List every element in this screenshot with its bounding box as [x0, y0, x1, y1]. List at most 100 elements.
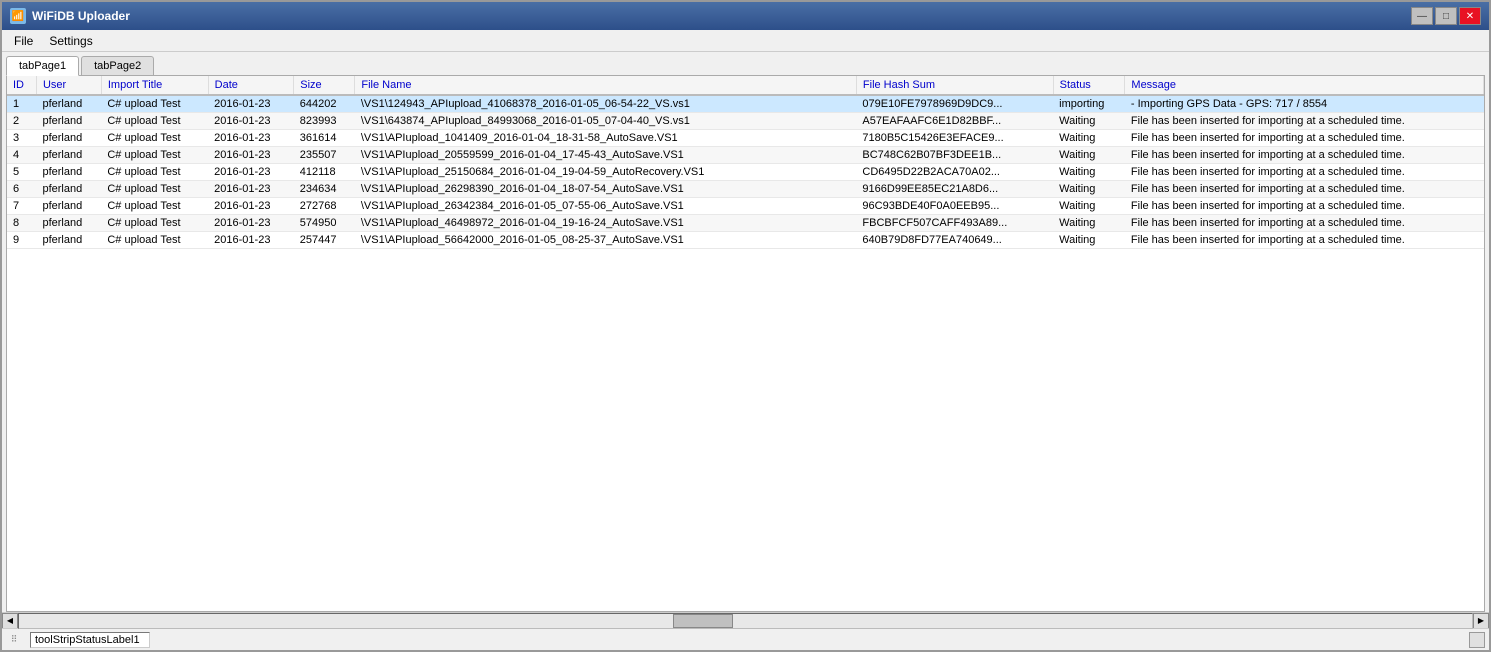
scroll-thumb[interactable]: [673, 614, 733, 628]
scroll-track[interactable]: [18, 613, 1473, 629]
table-row[interactable]: 8pferlandC# upload Test2016-01-23574950\…: [7, 215, 1484, 232]
cell-user: pferland: [36, 198, 101, 215]
tab-page2[interactable]: tabPage2: [81, 56, 154, 75]
cell-import_title: C# upload Test: [101, 164, 208, 181]
cell-message: File has been inserted for importing at …: [1125, 113, 1484, 130]
minimize-button[interactable]: —: [1411, 7, 1433, 25]
cell-user: pferland: [36, 113, 101, 130]
cell-user: pferland: [36, 215, 101, 232]
cell-size: 257447: [294, 232, 355, 249]
status-bar: ⠿ toolStripStatusLabel1: [2, 628, 1489, 650]
cell-date: 2016-01-23: [208, 232, 294, 249]
cell-status: Waiting: [1053, 181, 1125, 198]
col-hash: File Hash Sum: [856, 76, 1053, 95]
col-status: Status: [1053, 76, 1125, 95]
cell-hash: 7180B5C15426E3EFACE9...: [856, 130, 1053, 147]
cell-file_name: \VS1\APIupload_20559599_2016-01-04_17-45…: [355, 147, 857, 164]
col-size: Size: [294, 76, 355, 95]
cell-id: 4: [7, 147, 36, 164]
cell-size: 823993: [294, 113, 355, 130]
cell-hash: FBCBFCF507CAFF493A89...: [856, 215, 1053, 232]
table-row[interactable]: 1pferlandC# upload Test2016-01-23644202\…: [7, 95, 1484, 113]
cell-status: importing: [1053, 95, 1125, 113]
table-row[interactable]: 6pferlandC# upload Test2016-01-23234634\…: [7, 181, 1484, 198]
scroll-left-btn[interactable]: ◀: [2, 613, 18, 629]
cell-file_name: \VS1\APIupload_26298390_2016-01-04_18-07…: [355, 181, 857, 198]
maximize-button[interactable]: □: [1435, 7, 1457, 25]
cell-import_title: C# upload Test: [101, 198, 208, 215]
status-label: toolStripStatusLabel1: [30, 632, 150, 648]
cell-id: 6: [7, 181, 36, 198]
main-window: 📶 WiFiDB Uploader — □ ✕ File Settings ta…: [0, 0, 1491, 652]
table-row[interactable]: 3pferlandC# upload Test2016-01-23361614\…: [7, 130, 1484, 147]
table-row[interactable]: 7pferlandC# upload Test2016-01-23272768\…: [7, 198, 1484, 215]
cell-status: Waiting: [1053, 113, 1125, 130]
scroll-right-btn[interactable]: ▶: [1473, 613, 1489, 629]
cell-id: 1: [7, 95, 36, 113]
cell-id: 5: [7, 164, 36, 181]
cell-message: File has been inserted for importing at …: [1125, 147, 1484, 164]
cell-status: Waiting: [1053, 215, 1125, 232]
cell-size: 272768: [294, 198, 355, 215]
tab-page1[interactable]: tabPage1: [6, 56, 79, 76]
cell-user: pferland: [36, 147, 101, 164]
table-container[interactable]: ID User Import Title Date Size File Name…: [7, 76, 1484, 611]
cell-file_name: \VS1\APIupload_25150684_2016-01-04_19-04…: [355, 164, 857, 181]
horizontal-scrollbar[interactable]: ◀ ▶: [2, 612, 1489, 628]
cell-status: Waiting: [1053, 198, 1125, 215]
col-filename: File Name: [355, 76, 857, 95]
cell-user: pferland: [36, 232, 101, 249]
app-icon: 📶: [10, 8, 26, 24]
cell-hash: BC748C62B07BF3DEE1B...: [856, 147, 1053, 164]
cell-import_title: C# upload Test: [101, 95, 208, 113]
cell-user: pferland: [36, 130, 101, 147]
cell-message: File has been inserted for importing at …: [1125, 198, 1484, 215]
cell-message: File has been inserted for importing at …: [1125, 164, 1484, 181]
table-row[interactable]: 5pferlandC# upload Test2016-01-23412118\…: [7, 164, 1484, 181]
cell-file_name: \VS1\APIupload_46498972_2016-01-04_19-16…: [355, 215, 857, 232]
cell-message: File has been inserted for importing at …: [1125, 232, 1484, 249]
status-grip-icon: ⠿: [6, 632, 22, 648]
cell-id: 3: [7, 130, 36, 147]
cell-status: Waiting: [1053, 232, 1125, 249]
cell-date: 2016-01-23: [208, 113, 294, 130]
menu-settings[interactable]: Settings: [41, 32, 100, 50]
cell-date: 2016-01-23: [208, 95, 294, 113]
table-header-row: ID User Import Title Date Size File Name…: [7, 76, 1484, 95]
col-import-title: Import Title: [101, 76, 208, 95]
cell-user: pferland: [36, 164, 101, 181]
title-bar-left: 📶 WiFiDB Uploader: [10, 8, 130, 24]
menu-file[interactable]: File: [6, 32, 41, 50]
cell-import_title: C# upload Test: [101, 113, 208, 130]
cell-import_title: C# upload Test: [101, 130, 208, 147]
cell-import_title: C# upload Test: [101, 147, 208, 164]
table-row[interactable]: 2pferlandC# upload Test2016-01-23823993\…: [7, 113, 1484, 130]
cell-date: 2016-01-23: [208, 130, 294, 147]
cell-hash: 96C93BDE40F0A0EEB95...: [856, 198, 1053, 215]
title-buttons: — □ ✕: [1411, 7, 1481, 25]
resize-grip-icon[interactable]: [1469, 632, 1485, 648]
tab-bar: tabPage1 tabPage2: [2, 52, 1489, 75]
cell-size: 574950: [294, 215, 355, 232]
title-bar: 📶 WiFiDB Uploader — □ ✕: [2, 2, 1489, 30]
cell-hash: A57EAFAAFC6E1D82BBF...: [856, 113, 1053, 130]
close-button[interactable]: ✕: [1459, 7, 1481, 25]
cell-size: 361614: [294, 130, 355, 147]
cell-user: pferland: [36, 181, 101, 198]
cell-id: 2: [7, 113, 36, 130]
cell-size: 412118: [294, 164, 355, 181]
menu-bar: File Settings: [2, 30, 1489, 52]
cell-message: - Importing GPS Data - GPS: 717 / 8554: [1125, 95, 1484, 113]
data-table: ID User Import Title Date Size File Name…: [7, 76, 1484, 249]
content-area: ID User Import Title Date Size File Name…: [6, 75, 1485, 612]
cell-message: File has been inserted for importing at …: [1125, 215, 1484, 232]
cell-file_name: \VS1\APIupload_56642000_2016-01-05_08-25…: [355, 232, 857, 249]
cell-file_name: \VS1\APIupload_1041409_2016-01-04_18-31-…: [355, 130, 857, 147]
col-user: User: [36, 76, 101, 95]
cell-id: 7: [7, 198, 36, 215]
table-row[interactable]: 4pferlandC# upload Test2016-01-23235507\…: [7, 147, 1484, 164]
table-row[interactable]: 9pferlandC# upload Test2016-01-23257447\…: [7, 232, 1484, 249]
cell-id: 9: [7, 232, 36, 249]
cell-hash: CD6495D22B2ACA70A02...: [856, 164, 1053, 181]
cell-date: 2016-01-23: [208, 215, 294, 232]
